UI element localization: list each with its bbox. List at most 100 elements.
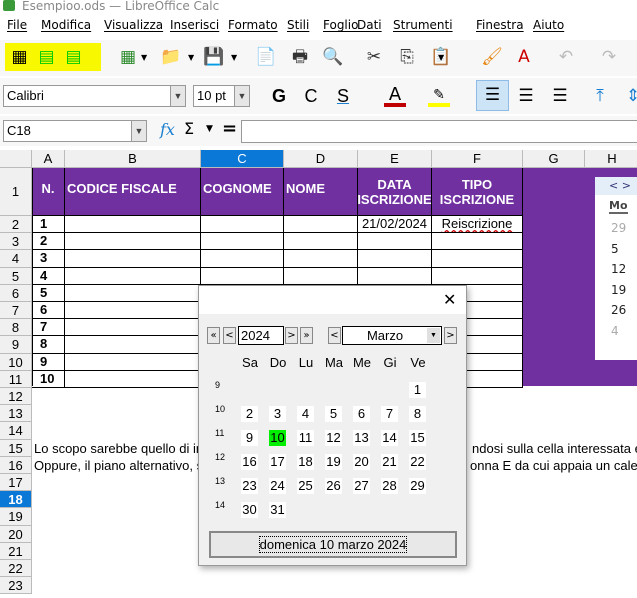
table-cell[interactable]	[65, 353, 201, 371]
align-center-vertical-button[interactable]: ⇕	[622, 85, 637, 107]
table-cell[interactable]: Reiscrizione	[432, 216, 523, 234]
row-header-2[interactable]: 2	[0, 216, 32, 234]
menu-strumenti[interactable]: Strumenti	[393, 18, 453, 32]
undo-icon[interactable]: ↶	[555, 46, 577, 68]
next-year-fast-button[interactable]: »	[300, 327, 313, 344]
calendar-day[interactable]: 18	[297, 454, 314, 470]
row-header-1[interactable]: 1	[0, 168, 32, 216]
calendar-day[interactable]: 22	[409, 454, 426, 470]
calendar-day[interactable]: 1	[409, 382, 426, 398]
align-top-button[interactable]: ⤒	[589, 85, 611, 107]
row-header-14[interactable]: 14	[0, 422, 32, 440]
table-cell[interactable]: 3	[32, 250, 65, 268]
table-cell[interactable]	[65, 216, 201, 234]
calendar-day[interactable]: 19	[325, 454, 342, 470]
sum-button[interactable]: Σ	[184, 119, 194, 138]
next-month-button[interactable]: >	[444, 327, 457, 344]
menu-aiuto[interactable]: Aiuto	[533, 18, 564, 32]
row-header-4[interactable]: 4	[0, 250, 32, 268]
table-cell[interactable]	[284, 250, 358, 268]
font-color-button[interactable]: A	[384, 85, 406, 107]
menu-dati[interactable]: Dati	[357, 18, 382, 32]
calendar-day[interactable]: 4	[297, 406, 314, 422]
row-header-13[interactable]: 13	[0, 405, 32, 423]
chevron-down-icon[interactable]: ▼	[131, 121, 146, 141]
row-header-17[interactable]: 17	[0, 474, 32, 492]
calendar-day[interactable]: 13	[353, 430, 370, 446]
corner-select-all[interactable]	[0, 150, 32, 168]
table-cell[interactable]	[201, 250, 284, 268]
table-cell[interactable]	[358, 267, 432, 285]
calendar-day[interactable]: 20	[353, 454, 370, 470]
chevron-down-icon[interactable]: ▼	[170, 86, 185, 106]
table-cell[interactable]: 7	[32, 319, 65, 337]
save-icon[interactable]: 💾	[203, 46, 225, 68]
prev-year-button[interactable]: <	[223, 327, 236, 344]
table-cell[interactable]	[65, 336, 201, 354]
chevron-down-icon[interactable]: ▼	[231, 53, 237, 62]
row-header-7[interactable]: 7	[0, 302, 32, 320]
row-header-10[interactable]: 10	[0, 353, 32, 371]
function-wizard-button[interactable]: fx	[160, 120, 175, 139]
menu-foglio[interactable]: Foglio	[323, 18, 358, 32]
mini-calendar-day[interactable]: 5	[611, 242, 619, 256]
mini-calendar-day[interactable]: 19	[611, 283, 626, 297]
prev-year-fast-button[interactable]: «	[207, 327, 220, 344]
calendar-day[interactable]: 26	[325, 478, 342, 494]
calendar-day[interactable]: 21	[381, 454, 398, 470]
formula-button[interactable]: =	[222, 118, 237, 139]
cut-icon[interactable]: ✂	[363, 46, 385, 68]
chevron-down-icon[interactable]: ▼	[188, 53, 194, 62]
copy-icon[interactable]: ⎘	[396, 46, 418, 68]
calendar-day[interactable]: 15	[409, 430, 426, 446]
calendar-day[interactable]: 5	[325, 406, 342, 422]
table-cell[interactable]: 2	[32, 233, 65, 251]
close-icon[interactable]: ✕	[443, 290, 456, 309]
column-header-B[interactable]: B	[65, 150, 201, 168]
month-select[interactable]: Marzo ▼	[342, 326, 442, 345]
export-pdf-icon[interactable]: 📄	[255, 46, 277, 68]
align-right-button[interactable]: ☰	[549, 85, 571, 107]
insert-rows-icon[interactable]: ▤	[60, 43, 87, 71]
table-cell[interactable]: 21/02/2024	[358, 216, 432, 234]
chevron-down-icon[interactable]: ▼	[234, 86, 249, 106]
clear-formatting-icon[interactable]: A	[513, 46, 535, 68]
menu-modifica[interactable]: Modifica	[41, 18, 91, 32]
chevron-down-icon[interactable]: ▼	[206, 124, 213, 134]
highlight-color-button[interactable]: ✎	[428, 85, 450, 107]
calendar-day[interactable]: 30	[241, 502, 258, 518]
table-cell[interactable]: 10	[32, 370, 65, 388]
table-cell[interactable]	[358, 233, 432, 251]
calendar-day[interactable]: 31	[269, 502, 286, 518]
print-icon[interactable]: 🖶	[289, 46, 311, 68]
row-header-5[interactable]: 5	[0, 267, 32, 285]
open-folder-icon[interactable]: 📁	[160, 46, 182, 68]
calendar-day[interactable]: 23	[241, 478, 258, 494]
table-cell[interactable]: 9	[32, 353, 65, 371]
calendar-day[interactable]: 27	[353, 478, 370, 494]
table-cell[interactable]	[201, 267, 284, 285]
calendar-day[interactable]: 10	[269, 430, 286, 446]
table-cell[interactable]	[65, 267, 201, 285]
table-cell[interactable]	[65, 302, 201, 320]
align-center-button[interactable]: ☰	[515, 85, 537, 107]
column-header-H[interactable]: H	[585, 150, 637, 168]
table-cell[interactable]	[65, 370, 201, 388]
font-size-box[interactable]: 10 pt ▼	[193, 85, 250, 107]
table-cell[interactable]	[201, 216, 284, 234]
underline-button[interactable]: S	[332, 85, 354, 107]
font-name-box[interactable]: Calibri ▼	[3, 85, 186, 107]
row-header-22[interactable]: 22	[0, 560, 32, 578]
row-header-9[interactable]: 9	[0, 336, 32, 354]
table-cell[interactable]	[358, 250, 432, 268]
calendar-day[interactable]: 2	[241, 406, 258, 422]
menu-file[interactable]: File	[7, 18, 27, 32]
row-header-20[interactable]: 20	[0, 525, 32, 543]
table-cell[interactable]	[284, 233, 358, 251]
new-spreadsheet-icon[interactable]: ▦	[117, 46, 139, 68]
insert-rows-icon[interactable]: ▤	[33, 43, 60, 71]
mini-calendar-day[interactable]: 12	[611, 262, 626, 276]
row-header-16[interactable]: 16	[0, 456, 32, 474]
calendar-day[interactable]: 8	[409, 406, 426, 422]
align-left-button[interactable]: ☰	[476, 80, 509, 111]
